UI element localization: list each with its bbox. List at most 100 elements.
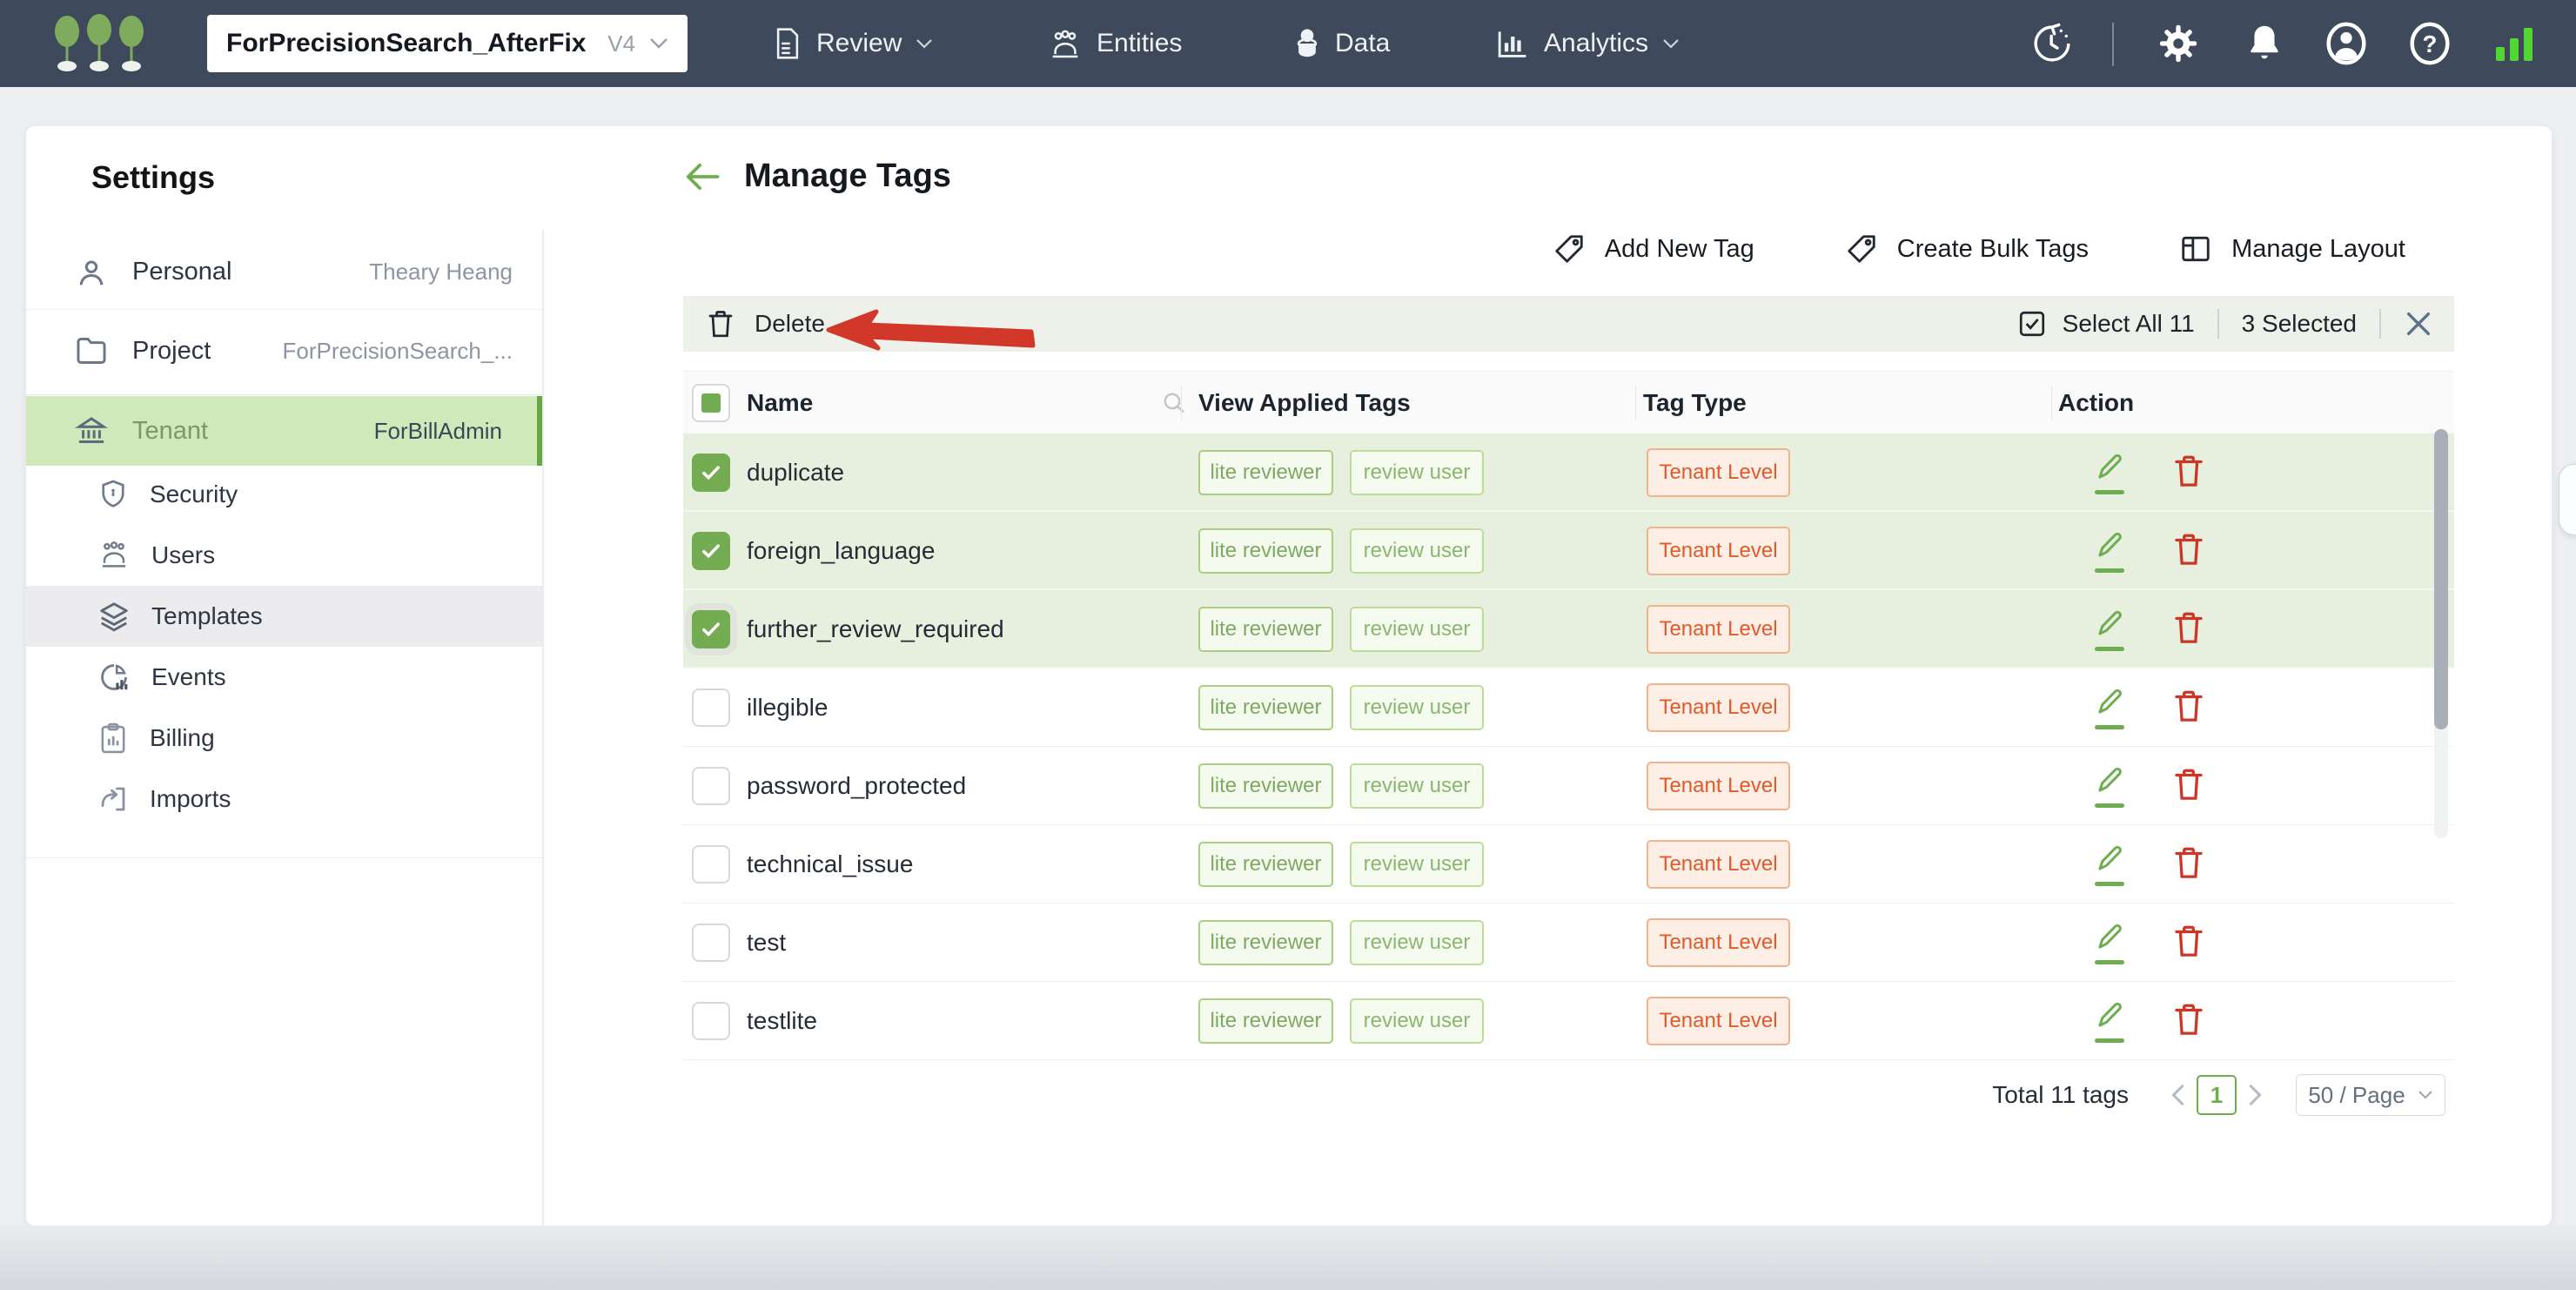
sidebar-item-events[interactable]: Events (26, 647, 542, 708)
applied-tag-chip[interactable]: review user (1350, 998, 1484, 1044)
column-divider (1635, 386, 1636, 420)
applied-tag-chip[interactable]: lite reviewer (1198, 998, 1333, 1044)
checkbox-checked-icon (2017, 309, 2047, 339)
drawer-handle[interactable] (2559, 464, 2576, 535)
create-bulk-tags-button[interactable]: Create Bulk Tags (1845, 232, 2089, 265)
applied-tag-chip[interactable]: review user (1350, 685, 1484, 730)
edit-underline (2095, 1038, 2124, 1043)
table-row[interactable]: technical_issue lite reviewer review use… (683, 825, 2454, 904)
page-number[interactable]: 1 (2197, 1075, 2237, 1115)
nav-review[interactable]: Review (773, 0, 933, 87)
app-logo-icon[interactable] (49, 12, 158, 79)
prev-page-button[interactable] (2169, 1083, 2188, 1107)
chevron-down-icon (916, 38, 933, 50)
row-checkbox[interactable] (692, 1002, 730, 1040)
page-title: Settings (91, 159, 216, 195)
table-row[interactable]: foreign_language lite reviewer review us… (683, 512, 2454, 590)
clipboard-icon (97, 722, 129, 755)
edit-button[interactable] (2090, 843, 2129, 886)
bell-icon[interactable] (2245, 23, 2284, 64)
edit-underline (2095, 882, 2124, 886)
applied-tag-chip[interactable]: review user (1350, 763, 1484, 809)
edit-button[interactable] (2090, 764, 2129, 808)
applied-tag-chip[interactable]: review user (1350, 842, 1484, 887)
close-icon[interactable] (2404, 309, 2433, 339)
sidebar-item-security[interactable]: Security (26, 464, 542, 525)
edit-button[interactable] (2090, 529, 2129, 573)
gear-icon[interactable] (2158, 24, 2198, 64)
edit-button[interactable] (2090, 686, 2129, 729)
row-checkbox[interactable] (692, 767, 730, 805)
scrollbar-track[interactable] (2434, 429, 2448, 838)
history-icon[interactable] (2031, 23, 2073, 64)
tag-name: illegible (747, 694, 828, 721)
back-arrow-icon[interactable] (683, 159, 721, 194)
sidebar-item-billing[interactable]: Billing (26, 708, 542, 769)
edit-button[interactable] (2090, 999, 2129, 1043)
applied-tag-chip[interactable]: review user (1350, 528, 1484, 574)
applied-tag-chip[interactable]: lite reviewer (1198, 685, 1333, 730)
delete-row-button[interactable] (2171, 844, 2206, 881)
table-row[interactable]: illegible lite reviewer review user Tena… (683, 669, 2454, 747)
table-row[interactable]: password_protected lite reviewer review … (683, 747, 2454, 825)
nav-data[interactable]: Data (1293, 0, 1390, 87)
applied-tag-chip[interactable]: review user (1350, 920, 1484, 965)
edit-button[interactable] (2090, 451, 2129, 494)
row-checkbox[interactable] (692, 532, 730, 570)
header-checkbox-indeterminate[interactable] (692, 384, 730, 422)
delete-row-button[interactable] (2171, 923, 2206, 959)
table-row[interactable]: duplicate lite reviewer review user Tena… (683, 433, 2454, 512)
applied-tag-chip[interactable]: review user (1350, 450, 1484, 495)
applied-tag-chip[interactable]: lite reviewer (1198, 842, 1333, 887)
scrollbar-thumb[interactable] (2434, 429, 2448, 729)
row-checkbox[interactable] (692, 689, 730, 727)
add-new-tag-button[interactable]: Add New Tag (1553, 232, 1754, 265)
help-icon[interactable]: ? (2409, 22, 2451, 65)
page-size-select[interactable]: 50 / Page (2296, 1074, 2445, 1116)
table-row[interactable]: testlite lite reviewer review user Tenan… (683, 982, 2454, 1060)
delete-row-button[interactable] (2171, 531, 2206, 568)
delete-row-button[interactable] (2171, 609, 2206, 646)
applied-tag-chip[interactable]: lite reviewer (1198, 607, 1333, 652)
column-header-name[interactable]: Name (747, 372, 813, 434)
applied-tag-chip[interactable]: review user (1350, 607, 1484, 652)
delete-row-button[interactable] (2171, 1001, 2206, 1038)
row-checkbox-focused[interactable] (692, 610, 730, 648)
applied-tag-chip[interactable]: lite reviewer (1198, 450, 1333, 495)
tag-type-chip: Tenant Level (1647, 997, 1790, 1045)
search-icon[interactable] (1161, 390, 1187, 416)
sidebar-item-templates[interactable]: Templates (26, 586, 542, 647)
user-icon[interactable] (2325, 22, 2367, 65)
manage-layout-button[interactable]: Manage Layout (2179, 232, 2405, 265)
add-new-tag-label: Add New Tag (1604, 234, 1754, 263)
delete-row-button[interactable] (2171, 453, 2206, 489)
delete-row-button[interactable] (2171, 688, 2206, 724)
nav-review-label: Review (816, 29, 902, 57)
divider (2379, 309, 2381, 339)
applied-tag-chip[interactable]: lite reviewer (1198, 920, 1333, 965)
sidebar-item-tenant[interactable]: Tenant ForBillAdmin (26, 396, 542, 466)
signal-bars-icon[interactable] (2492, 24, 2538, 63)
row-checkbox[interactable] (692, 454, 730, 492)
delete-row-button[interactable] (2171, 766, 2206, 803)
sidebar-item-personal[interactable]: Personal Theary Heang (26, 235, 542, 309)
sidebar-item-project[interactable]: Project ForPrecisionSearch_... (26, 311, 542, 391)
sidebar-item-imports[interactable]: Imports (26, 769, 542, 830)
settings-page-card: Settings Personal Theary Heang Project F… (26, 126, 2552, 1226)
table-row[interactable]: test lite reviewer review user Tenant Le… (683, 904, 2454, 982)
delete-button[interactable]: Delete (706, 308, 825, 339)
edit-button[interactable] (2090, 608, 2129, 651)
applied-tag-chip[interactable]: lite reviewer (1198, 528, 1333, 574)
edit-button[interactable] (2090, 921, 2129, 964)
row-checkbox[interactable] (692, 845, 730, 884)
select-all-control[interactable]: Select All 11 (2017, 309, 2195, 339)
table-row[interactable]: further_review_required lite reviewer re… (683, 590, 2454, 669)
row-checkbox[interactable] (692, 924, 730, 962)
sidebar-item-users[interactable]: Users (26, 525, 542, 586)
next-page-button[interactable] (2245, 1083, 2264, 1107)
applied-tag-chip[interactable]: lite reviewer (1198, 763, 1333, 809)
nav-entities[interactable]: Entities (1048, 0, 1182, 87)
project-selector[interactable]: ForPrecisionSearch_AfterFix V4 (207, 15, 688, 72)
nav-analytics[interactable]: Analytics (1497, 0, 1680, 87)
bar-chart-icon (1497, 28, 1530, 59)
